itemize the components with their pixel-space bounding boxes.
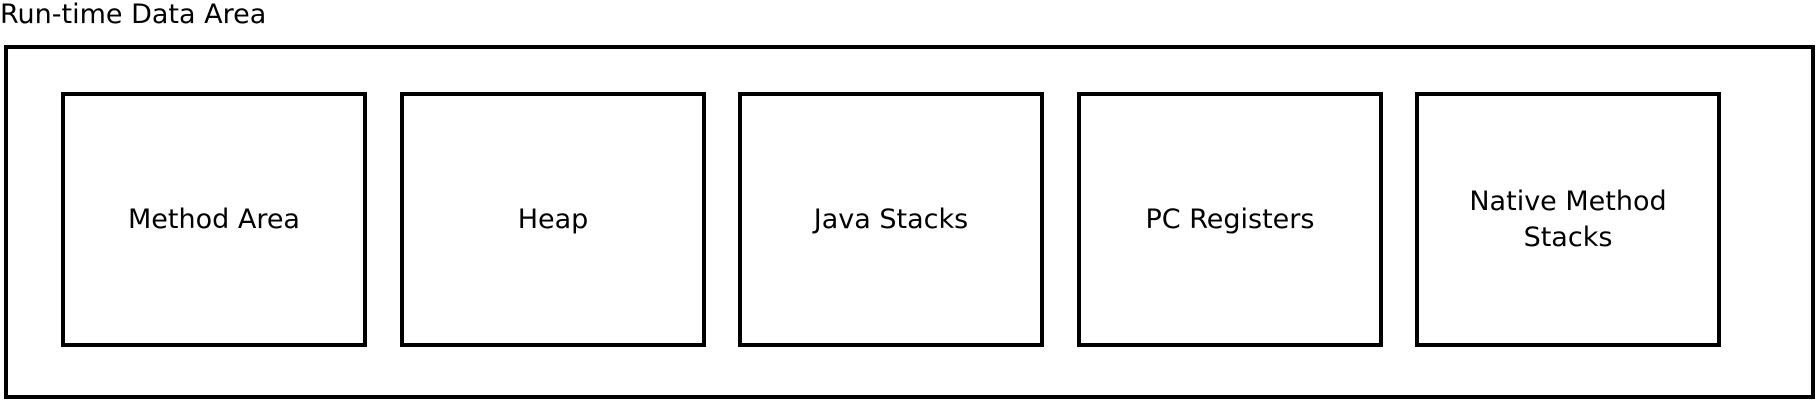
native-method-stacks-box: Native Method Stacks [1415,92,1721,347]
pc-registers-box: PC Registers [1077,92,1383,347]
native-method-stacks-label: Native Method Stacks [1469,185,1667,253]
method-area-box: Method Area [61,92,367,347]
pc-registers-label: PC Registers [1145,203,1315,235]
java-stacks-box: Java Stacks [738,92,1044,347]
heap-label: Heap [517,203,589,235]
diagram-title: Run-time Data Area [0,0,267,30]
method-area-label: Method Area [128,203,300,235]
java-stacks-label: Java Stacks [813,203,969,235]
heap-box: Heap [400,92,706,347]
